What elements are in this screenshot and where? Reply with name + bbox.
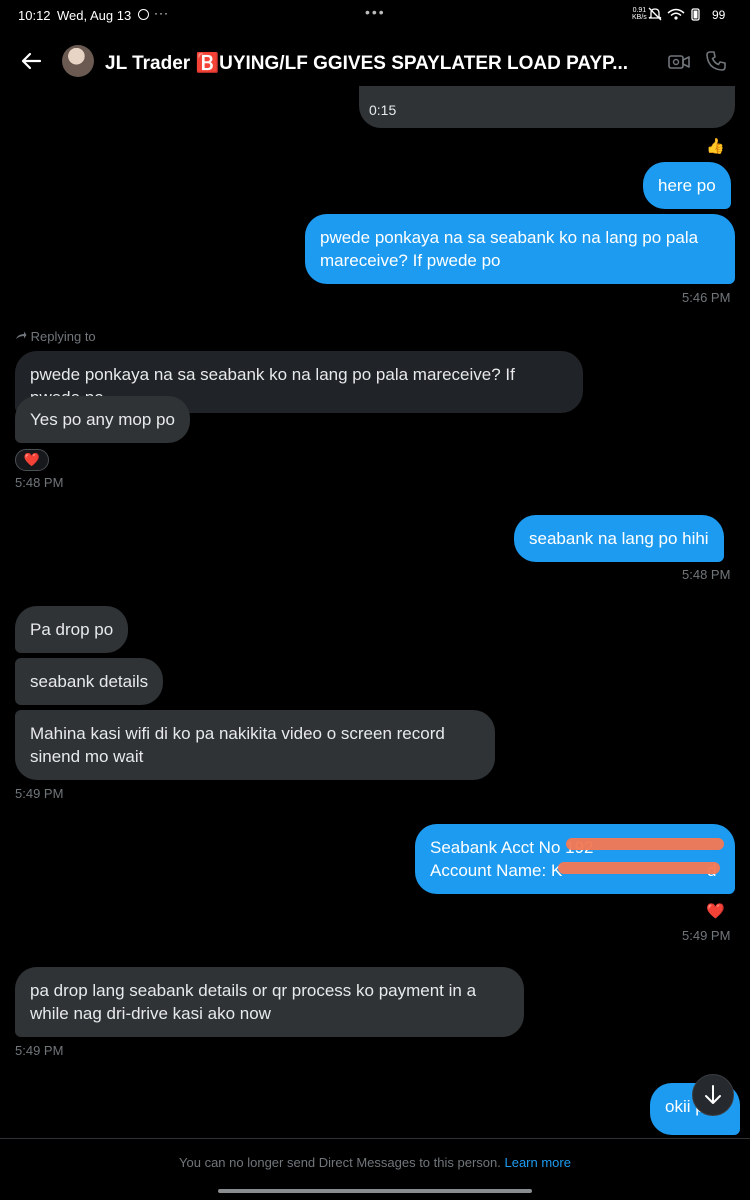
mute-wifi-icons	[648, 7, 700, 21]
account-name-prefix: Account Name: K	[430, 861, 563, 880]
audio-duration: 0:15	[369, 102, 397, 118]
message-bubble-received[interactable]: Mahina kasi wifi di ko pa nakikita video…	[15, 710, 495, 780]
message-bubble-received[interactable]: seabank details	[15, 658, 164, 705]
status-icons	[648, 7, 708, 24]
notice-text: You can no longer send Direct Messages t…	[179, 1155, 501, 1170]
conversation-title[interactable]: JL Trader 🅱️UYING/LF GGIVES SPAYLATER LO…	[105, 51, 665, 75]
replying-to-label: Replying to	[15, 329, 96, 344]
replying-to-text: Replying to	[30, 329, 96, 344]
reply-arrow-icon	[16, 331, 27, 339]
message-timestamp: 5:48 PM	[15, 475, 64, 490]
center-dots: •••	[365, 4, 386, 20]
message-bubble-sent[interactable]: pwede ponkaya na sa seabank ko na lang p…	[305, 214, 735, 284]
conversation-header: JL Trader 🅱️UYING/LF GGIVES SPAYLATER LO…	[0, 30, 750, 92]
speed-value: 0.91	[632, 7, 647, 14]
message-timestamp: 5:49 PM	[682, 928, 731, 943]
dm-disabled-footer: You can no longer send Direct Messages t…	[0, 1138, 750, 1200]
message-timestamp: 5:49 PM	[15, 786, 64, 801]
message-timestamp: 5:46 PM	[682, 290, 731, 305]
status-date: Wed, Aug 13	[57, 8, 132, 23]
message-bubble-received[interactable]: Yes po any mop po	[15, 396, 190, 443]
scroll-to-bottom-button[interactable]	[692, 1074, 734, 1116]
audio-message-bubble[interactable]: 0:15	[359, 86, 735, 128]
message-timestamp: 5:48 PM	[682, 567, 731, 582]
phone-call-icon[interactable]	[705, 50, 727, 72]
messenger-icon	[138, 9, 149, 20]
speed-unit: KB/s	[632, 14, 647, 21]
more-notifications-icon: ···	[154, 6, 169, 20]
status-time: 10:12	[18, 8, 51, 23]
avatar[interactable]	[62, 45, 94, 77]
account-details-bubble[interactable]: Seabank Acct No 192 Account Name: Kd	[415, 824, 735, 894]
message-bubble-received[interactable]: Pa drop po	[15, 606, 129, 653]
dm-disabled-notice: You can no longer send Direct Messages t…	[0, 1155, 750, 1170]
home-indicator[interactable]	[218, 1189, 532, 1193]
status-bar: 10:12 Wed, Aug 13 ··· ••• 0.91 KB/s 99	[0, 0, 750, 30]
heart-reaction[interactable]: ❤️	[15, 449, 49, 471]
thumbs-up-reaction[interactable]: 👍	[706, 137, 725, 155]
message-bubble-sent[interactable]: here po	[643, 162, 731, 209]
network-speed: 0.91 KB/s	[632, 7, 647, 21]
video-call-icon[interactable]	[668, 52, 690, 72]
heart-reaction[interactable]: ❤️	[706, 902, 725, 920]
redaction-mark	[558, 862, 720, 874]
message-bubble-sent[interactable]: seabank na lang po hihi	[514, 515, 724, 562]
back-arrow-icon[interactable]	[18, 48, 44, 74]
message-timestamp: 5:49 PM	[15, 1043, 64, 1058]
learn-more-link[interactable]: Learn more	[504, 1155, 570, 1170]
battery-level: 99	[712, 8, 726, 22]
message-bubble-received[interactable]: pa drop lang seabank details or qr proce…	[15, 967, 524, 1037]
redaction-mark	[566, 838, 724, 850]
arrow-down-icon	[705, 1085, 721, 1104]
